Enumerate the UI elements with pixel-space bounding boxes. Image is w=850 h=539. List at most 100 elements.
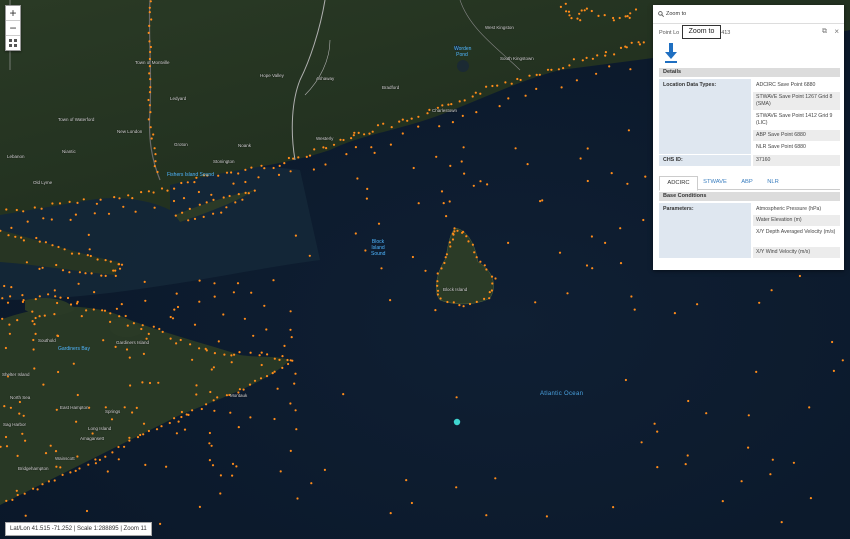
save-point-marker[interactable] xyxy=(626,182,629,185)
save-point-marker[interactable] xyxy=(165,465,168,468)
save-point-marker[interactable] xyxy=(148,24,151,27)
save-point-marker[interactable] xyxy=(89,254,92,258)
save-point-marker[interactable] xyxy=(205,349,208,352)
save-point-marker[interactable] xyxy=(148,72,151,75)
save-point-marker[interactable] xyxy=(143,280,146,283)
save-point-marker[interactable] xyxy=(488,291,491,294)
save-point-marker[interactable] xyxy=(51,244,54,247)
save-point-marker[interactable] xyxy=(365,197,368,200)
save-point-marker[interactable] xyxy=(53,479,56,482)
save-point-marker[interactable] xyxy=(26,220,29,223)
save-point-marker[interactable] xyxy=(579,19,582,22)
save-point-marker[interactable] xyxy=(451,238,455,241)
save-point-marker[interactable] xyxy=(289,328,292,331)
save-point-marker[interactable] xyxy=(53,313,56,316)
save-point-marker[interactable] xyxy=(49,444,52,447)
save-point-marker[interactable] xyxy=(558,251,562,254)
save-point-marker[interactable] xyxy=(546,68,550,71)
save-point-marker[interactable] xyxy=(440,267,443,270)
save-point-marker[interactable] xyxy=(93,212,96,215)
save-point-marker[interactable] xyxy=(612,16,615,20)
save-point-marker[interactable] xyxy=(149,111,152,114)
save-point-marker[interactable] xyxy=(180,415,183,419)
save-point-marker[interactable] xyxy=(747,446,750,449)
save-point-marker[interactable] xyxy=(171,317,175,320)
save-point-marker[interactable] xyxy=(188,207,191,210)
save-point-marker[interactable] xyxy=(624,378,628,382)
save-point-marker[interactable] xyxy=(444,256,447,259)
save-point-marker[interactable] xyxy=(352,134,355,137)
close-icon[interactable]: × xyxy=(834,27,839,36)
save-point-marker[interactable] xyxy=(798,274,802,278)
save-point-marker[interactable] xyxy=(144,299,147,302)
save-point-marker[interactable] xyxy=(272,279,275,282)
save-point-marker[interactable] xyxy=(118,197,121,200)
save-point-marker[interactable] xyxy=(76,201,79,204)
save-point-marker[interactable] xyxy=(148,40,151,43)
save-point-marker[interactable] xyxy=(56,334,59,337)
save-point-marker[interactable] xyxy=(293,382,296,385)
save-point-marker[interactable] xyxy=(451,232,455,235)
save-point-marker[interactable] xyxy=(535,87,538,90)
save-point-marker[interactable] xyxy=(438,125,441,128)
save-point-marker[interactable] xyxy=(147,190,150,193)
save-point-marker[interactable] xyxy=(310,482,313,485)
save-point-marker[interactable] xyxy=(376,124,380,127)
save-point-marker[interactable] xyxy=(604,54,607,57)
save-point-marker[interactable] xyxy=(322,146,325,149)
zoom-in-button[interactable]: + xyxy=(6,6,20,21)
save-point-marker[interactable] xyxy=(230,171,233,174)
save-point-marker[interactable] xyxy=(462,305,465,308)
save-point-marker[interactable] xyxy=(198,203,201,206)
save-point-marker[interactable] xyxy=(252,334,255,337)
save-point-marker[interactable] xyxy=(198,279,201,282)
save-point-marker[interactable] xyxy=(160,425,163,428)
save-point-marker[interactable] xyxy=(23,492,26,495)
save-point-marker[interactable] xyxy=(15,208,18,212)
save-point-marker[interactable] xyxy=(134,210,137,213)
save-point-marker[interactable] xyxy=(212,198,215,201)
save-point-marker[interactable] xyxy=(103,309,107,312)
save-point-marker[interactable] xyxy=(197,190,200,194)
save-point-marker[interactable] xyxy=(590,235,594,238)
save-point-marker[interactable] xyxy=(428,108,431,111)
save-point-marker[interactable] xyxy=(1,297,4,300)
save-point-marker[interactable] xyxy=(77,282,80,285)
save-point-marker[interactable] xyxy=(99,198,102,201)
save-point-marker[interactable] xyxy=(225,171,229,174)
save-point-marker[interactable] xyxy=(54,450,58,453)
save-point-marker[interactable] xyxy=(212,212,215,215)
save-point-marker[interactable] xyxy=(22,414,25,417)
save-point-marker[interactable] xyxy=(142,433,145,436)
save-point-marker[interactable] xyxy=(257,176,260,179)
save-point-marker[interactable] xyxy=(271,372,274,375)
save-point-marker[interactable] xyxy=(445,253,448,256)
save-point-marker[interactable] xyxy=(323,468,326,471)
save-point-marker[interactable] xyxy=(519,78,522,82)
save-point-marker[interactable] xyxy=(424,269,427,272)
save-point-marker[interactable] xyxy=(436,272,439,275)
save-point-marker[interactable] xyxy=(128,356,131,359)
save-point-marker[interactable] xyxy=(147,98,150,102)
save-point-marker[interactable] xyxy=(250,291,253,294)
save-point-marker[interactable] xyxy=(447,103,450,106)
save-point-marker[interactable] xyxy=(120,303,123,306)
save-point-marker[interactable] xyxy=(84,272,87,275)
save-point-marker[interactable] xyxy=(242,388,245,391)
save-point-marker[interactable] xyxy=(114,269,117,272)
save-point-marker[interactable] xyxy=(148,65,151,68)
save-point-marker[interactable] xyxy=(155,428,159,431)
save-point-marker[interactable] xyxy=(389,299,392,302)
save-point-marker[interactable] xyxy=(24,439,27,442)
save-point-marker[interactable] xyxy=(131,197,134,200)
save-point-marker[interactable] xyxy=(82,198,85,201)
save-point-marker[interactable] xyxy=(559,5,563,8)
save-point-marker[interactable] xyxy=(59,296,62,299)
save-point-marker[interactable] xyxy=(34,298,37,301)
save-point-marker[interactable] xyxy=(72,362,75,365)
save-point-marker[interactable] xyxy=(148,381,152,385)
save-point-marker[interactable] xyxy=(123,406,126,409)
save-point-marker[interactable] xyxy=(219,492,222,495)
save-point-marker[interactable] xyxy=(613,53,616,56)
save-point-marker[interactable] xyxy=(366,187,369,190)
